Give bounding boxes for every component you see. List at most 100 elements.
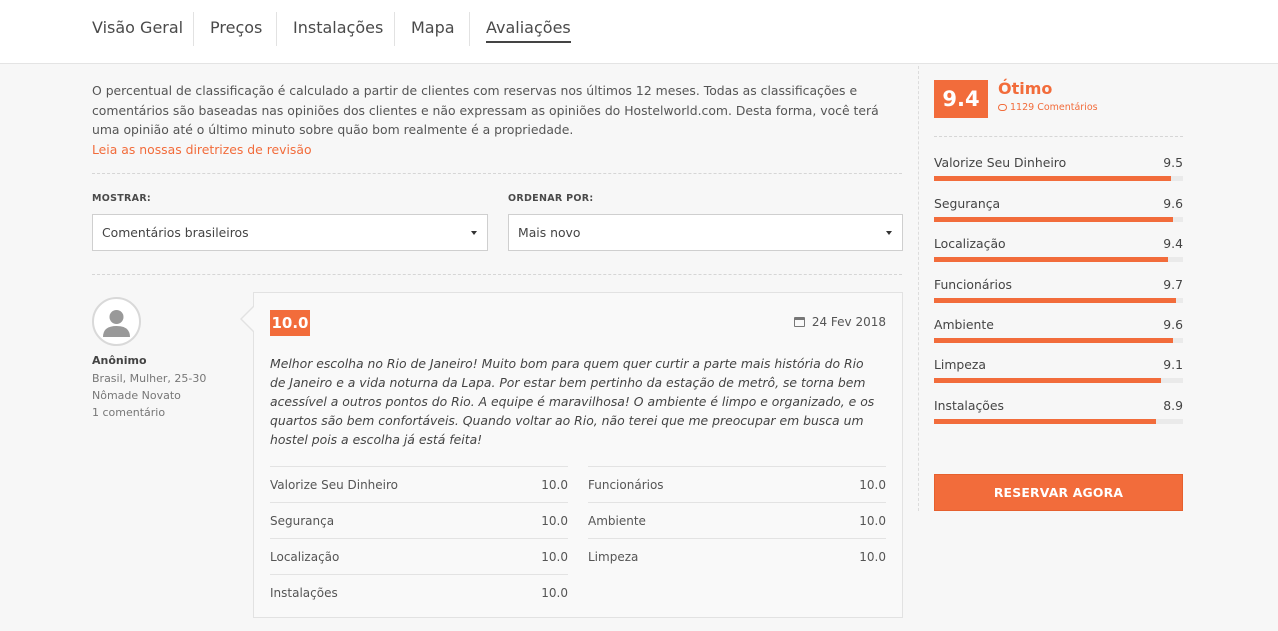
category-rating-row: Segurança 9.6	[934, 196, 1183, 226]
rating-name: Segurança	[270, 514, 335, 528]
category-bar-fill	[934, 176, 1171, 181]
category-rating-row: Valorize Seu Dinheiro 9.5	[934, 155, 1183, 185]
category-bar-fill	[934, 298, 1176, 303]
rating-value: 10.0	[541, 514, 568, 528]
category-value: 9.5	[1163, 155, 1183, 170]
tab-prices[interactable]: Preços	[210, 18, 262, 38]
review-rating-row: Instalações 10.0	[270, 574, 568, 610]
review-rating-row: Limpeza 10.0	[588, 538, 886, 574]
rating-name: Valorize Seu Dinheiro	[270, 478, 399, 492]
category-bar-fill	[934, 338, 1174, 343]
rating-value: 10.0	[541, 550, 568, 564]
caret-down-icon	[471, 231, 477, 235]
overall-score-badge: 9.4	[934, 80, 988, 118]
rating-name: Ambiente	[588, 514, 646, 528]
rating-value: 10.0	[859, 514, 886, 528]
review-guidelines-link[interactable]: Leia as nossas diretrizes de revisão	[92, 140, 907, 160]
rating-value: 10.0	[541, 478, 568, 492]
book-now-button[interactable]: RESERVAR AGORA	[934, 474, 1183, 511]
tab-divider	[193, 12, 194, 46]
reviewer-details: Brasil, Mulher, 25-30	[92, 372, 207, 385]
calendar-icon	[793, 317, 805, 327]
category-bar	[934, 419, 1183, 424]
category-name: Localização	[934, 236, 1006, 251]
show-filter-select[interactable]: Comentários brasileiros	[92, 214, 488, 251]
category-rating-row: Ambiente 9.6	[934, 317, 1183, 347]
sort-select[interactable]: Mais novo	[508, 214, 903, 251]
category-bar-fill	[934, 419, 1156, 424]
tab-reviews[interactable]: Avaliações	[486, 18, 571, 43]
review-rating-row: Funcionários 10.0	[588, 466, 886, 502]
category-rating-row: Funcionários 9.7	[934, 277, 1183, 307]
category-bar-fill	[934, 217, 1174, 222]
category-name: Segurança	[934, 196, 1001, 211]
ratings-intro: O percentual de classificação é calculad…	[92, 81, 907, 159]
tab-divider	[469, 12, 470, 46]
category-rating-row: Limpeza 9.1	[934, 357, 1183, 387]
category-value: 9.4	[1163, 236, 1183, 251]
category-value: 9.6	[1163, 196, 1183, 211]
category-name: Funcionários	[934, 277, 1013, 292]
review-rating-row: Localização 10.0	[270, 538, 568, 574]
tab-divider	[276, 12, 277, 46]
category-bar	[934, 378, 1183, 383]
rating-name: Funcionários	[588, 478, 664, 492]
category-bar-fill	[934, 378, 1161, 383]
category-rating-row: Localização 9.4	[934, 236, 1183, 266]
rating-name: Limpeza	[588, 550, 639, 564]
category-value: 9.7	[1163, 277, 1183, 292]
review-text: Melhor escolha no Rio de Janeiro! Muito …	[270, 356, 875, 447]
show-label: MOSTRAR:	[92, 193, 152, 204]
category-bar	[934, 176, 1183, 181]
divider	[934, 136, 1183, 137]
category-value: 9.6	[1163, 317, 1183, 332]
show-filter-value: Comentários brasileiros	[102, 225, 249, 240]
category-bar	[934, 217, 1183, 222]
review-date: 24 Fev 2018	[793, 315, 886, 329]
reviewer-name: Anônimo	[92, 354, 147, 367]
overall-rating-word: Ótimo	[998, 79, 1053, 98]
total-reviews-count[interactable]: 1129 Comentários	[998, 102, 1098, 113]
category-name: Ambiente	[934, 317, 994, 332]
category-name: Limpeza	[934, 357, 987, 372]
review-rating-row: Segurança 10.0	[270, 502, 568, 538]
tab-facilities[interactable]: Instalações	[293, 18, 383, 38]
divider	[92, 274, 902, 275]
category-value: 9.1	[1163, 357, 1183, 372]
top-nav: Visão Geral Preços Instalações Mapa Aval…	[0, 0, 1278, 64]
review-score-badge: 10.0	[270, 310, 310, 336]
tab-map[interactable]: Mapa	[411, 18, 455, 38]
category-name: Instalações	[934, 398, 1004, 413]
user-icon	[103, 310, 130, 337]
tab-divider	[394, 12, 395, 46]
total-reviews-text: 1129 Comentários	[1010, 102, 1098, 113]
rating-name: Instalações	[270, 586, 338, 600]
divider	[92, 173, 902, 174]
rating-value: 10.0	[859, 550, 886, 564]
caret-down-icon	[886, 231, 892, 235]
rating-name: Localização	[270, 550, 340, 564]
comment-icon	[998, 104, 1007, 111]
sidebar-divider	[918, 66, 919, 511]
reviewer-type: Nômade Novato	[92, 389, 181, 402]
category-value: 8.9	[1163, 398, 1183, 413]
review-card: 10.0 24 Fev 2018 Melhor escolha no Rio d…	[253, 292, 903, 618]
category-bar	[934, 257, 1183, 262]
review-rating-row: Ambiente 10.0	[588, 502, 886, 538]
sort-value: Mais novo	[518, 225, 581, 240]
category-bar	[934, 298, 1183, 303]
category-bar	[934, 338, 1183, 343]
reviewer-review-count: 1 comentário	[92, 406, 166, 419]
category-bar-fill	[934, 257, 1169, 262]
category-name: Valorize Seu Dinheiro	[934, 155, 1067, 170]
rating-value: 10.0	[541, 586, 568, 600]
intro-text: O percentual de classificação é calculad…	[92, 83, 879, 137]
tab-overview[interactable]: Visão Geral	[92, 18, 183, 38]
review-date-text: 24 Fev 2018	[811, 315, 886, 329]
card-pointer	[242, 307, 254, 331]
rating-value: 10.0	[859, 478, 886, 492]
review-rating-row: Valorize Seu Dinheiro 10.0	[270, 466, 568, 502]
category-rating-row: Instalações 8.9	[934, 398, 1183, 428]
sort-label: ORDENAR POR:	[508, 193, 594, 204]
avatar	[92, 297, 141, 346]
